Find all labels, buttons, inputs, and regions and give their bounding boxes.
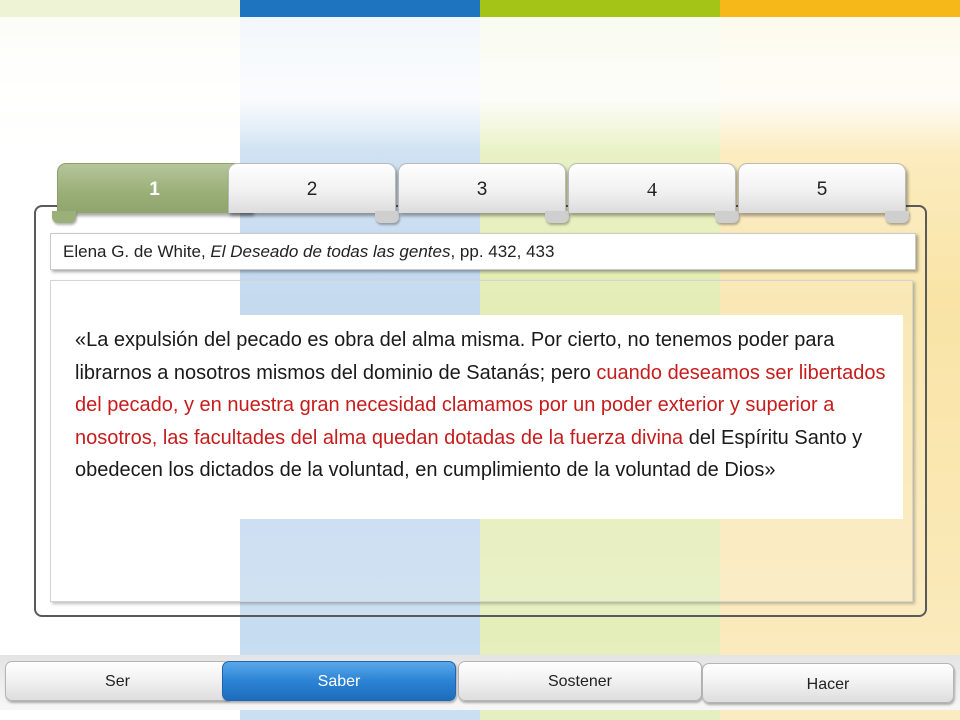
- nav-button-ser[interactable]: Ser: [5, 661, 230, 701]
- nav-label: Hacer: [806, 676, 850, 693]
- source-book-title: El Deseado de todas las gentes: [210, 242, 451, 261]
- tab-label: 2: [306, 179, 318, 200]
- background-haze: [0, 17, 960, 152]
- top-color-strip-3: [480, 0, 720, 17]
- source-pages: , pp. 432, 433: [450, 242, 555, 261]
- quote-text: «La expulsión del pecado es obra del alm…: [63, 315, 903, 519]
- tab-foot: [715, 211, 739, 223]
- tab-label: 1: [149, 179, 160, 200]
- tab-foot: [885, 211, 909, 223]
- tab-foot: [52, 211, 76, 223]
- tab-foot: [545, 211, 569, 223]
- nav-button-saber[interactable]: Saber: [222, 661, 456, 701]
- tab-label: 3: [476, 179, 488, 200]
- tab-4[interactable]: 4: [568, 163, 739, 223]
- nav-label: Ser: [105, 673, 130, 690]
- top-color-strip-4: [720, 0, 960, 17]
- nav-button-sostener[interactable]: Sostener: [458, 661, 702, 701]
- tab-1[interactable]: 1: [52, 163, 252, 223]
- source-author: Elena G. de White,: [63, 242, 211, 261]
- tab-3[interactable]: 3: [398, 163, 569, 223]
- source-citation: Elena G. de White, El Deseado de todas l…: [50, 233, 916, 270]
- tab-2[interactable]: 2: [228, 163, 399, 223]
- tab-label: 4: [647, 179, 657, 201]
- nav-label: Saber: [317, 673, 361, 690]
- top-color-strip-1: [0, 0, 240, 17]
- top-color-strip-2: [240, 0, 480, 17]
- nav-button-hacer[interactable]: Hacer: [702, 663, 954, 703]
- tab-foot: [375, 211, 399, 223]
- tab-label: 5: [816, 179, 828, 200]
- tab-5[interactable]: 5: [738, 163, 909, 223]
- nav-label: Sostener: [547, 673, 613, 690]
